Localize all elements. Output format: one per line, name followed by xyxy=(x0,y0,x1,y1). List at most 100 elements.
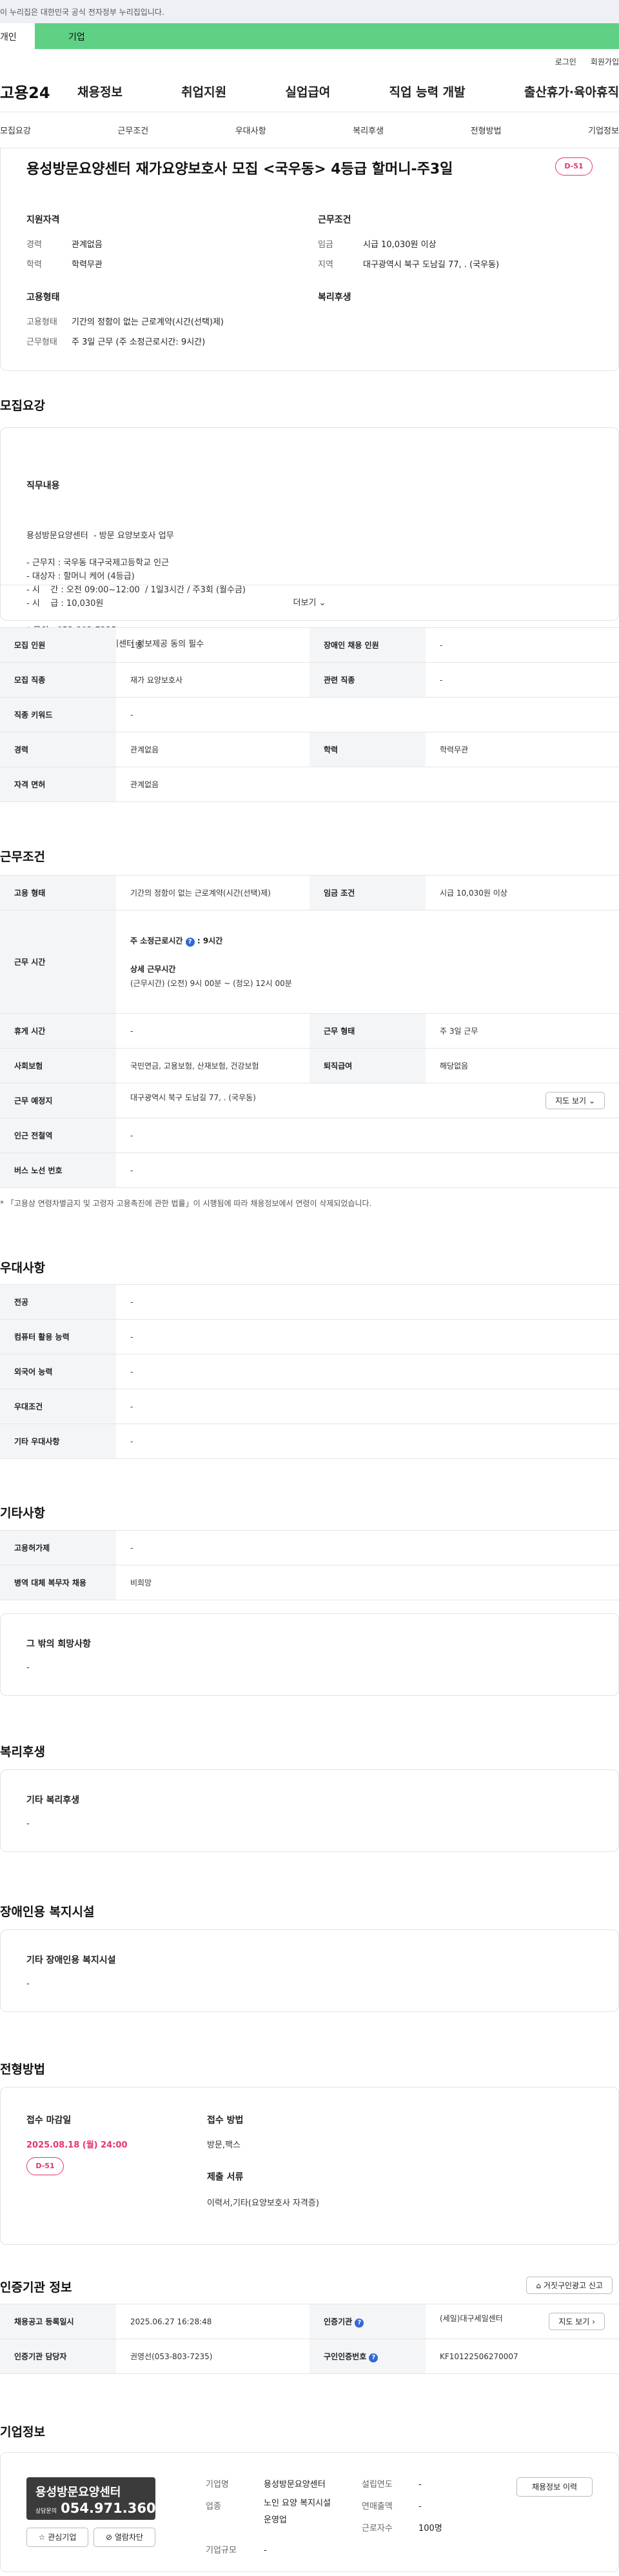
gnb-menu: 채용정보 취업지원 실업급여 직업 능력 개발 출산휴가·육아휴직 xyxy=(77,83,619,100)
agency-label: 인증기관 xyxy=(324,2317,353,2326)
table-row: 병역 대체 복무자 채용 비희망 xyxy=(0,1565,619,1600)
table-cell: 1명 xyxy=(116,627,310,663)
gnb-item-employment-support[interactable]: 취업지원 xyxy=(181,83,226,100)
posting-title: 용성방문요양센터 재가요양보호사 모집 <국우동> 4등급 할머니-주3일 xyxy=(26,161,453,177)
table-cell: - xyxy=(116,1284,619,1320)
value: 노인 요양 복지시설 운영업 xyxy=(264,2499,331,2525)
label: 지역 xyxy=(318,260,333,270)
subnav-welfare[interactable]: 복리후생 xyxy=(353,124,384,136)
table-cell: - xyxy=(426,662,619,698)
value: 용성방문요양센터 xyxy=(264,2480,326,2490)
table-row: 근무 시간 주 소정근로시간 ? : 9시간 상세 근무시간 (근무시간) (오… xyxy=(0,910,619,1014)
gnb-item-parental-leave[interactable]: 출산휴가·육아휴직 xyxy=(524,83,619,100)
more-button[interactable]: 더보기 ⌄ xyxy=(1,585,618,621)
tab-business[interactable]: 기업 xyxy=(35,23,619,49)
agency-map-button[interactable]: 지도 보기 › xyxy=(549,2313,605,2330)
employment-title: 고용형태 xyxy=(26,292,60,303)
table-header: 관련 직종 xyxy=(310,662,426,698)
deadline-label: 접수 마감일 xyxy=(26,2115,72,2126)
block-label: 열람차단 xyxy=(114,2533,144,2542)
table-cell: - xyxy=(116,1013,310,1049)
user-type-tabs: 개인 기업 xyxy=(0,23,619,49)
table-row: 근무 예정지 대구광역시 북구 도남길 77, . (국우동) 지도 보기 ⌄ xyxy=(0,1083,619,1118)
info-icon[interactable]: ? xyxy=(355,2318,364,2328)
table-row: 외국어 능력 - xyxy=(0,1354,619,1389)
company-logo-name: 용성방문요양센터 xyxy=(35,2486,121,2499)
hours-detail: (근무시간) (오전) 9시 00분 ~ (정오) 12시 00분 xyxy=(130,978,292,988)
block-company-button[interactable]: ⊘ 열람차단 xyxy=(93,2528,155,2547)
site-logo[interactable]: 고용24 xyxy=(0,80,77,103)
table-row: 경력 관계없음 학력 학력무관 xyxy=(0,732,619,767)
subnav-company[interactable]: 기업정보 xyxy=(588,124,619,136)
table-header: 인증기관 ? xyxy=(310,2304,426,2339)
welfare-box-value: - xyxy=(26,1819,30,1829)
table-row: 휴게 시간 - 근무 형태 주 3일 근무 xyxy=(0,1013,619,1049)
subnav-recruit[interactable]: 모집요강 xyxy=(0,124,31,136)
company-sales-row: 연매출액 - xyxy=(362,2499,422,2511)
signup-link[interactable]: 회원가입 xyxy=(591,56,619,71)
label: 연매출액 xyxy=(362,2502,393,2511)
value: 100명 xyxy=(418,2524,442,2533)
table-header: 전공 xyxy=(0,1284,116,1320)
table-header: 장애인 채용 인원 xyxy=(310,627,426,663)
table-header: 자격 면허 xyxy=(0,767,116,802)
report-button-label: 거짓구인광고 신고 xyxy=(543,2281,603,2290)
value: 관계없음 xyxy=(72,240,103,250)
gnb-item-training[interactable]: 직업 능력 개발 xyxy=(389,83,466,100)
table-header: 근무 시간 xyxy=(0,910,116,1014)
weekly-hours: 주 소정근로시간 ? : 9시간 xyxy=(130,936,223,947)
pref-table: 전공 - 컴퓨터 활용 능력 - 외국어 능력 - 우대조건 - 기타 우대사항 - xyxy=(0,1284,619,1459)
cert-number-label: 구인인증번호 xyxy=(324,2351,367,2361)
qualification-title: 지원자격 xyxy=(26,215,60,225)
table-header: 근무 형태 xyxy=(310,1013,426,1049)
table-row: 사회보험 국민연금, 고용보험, 산재보험, 건강보험 퇴직급여 해당없음 xyxy=(0,1048,619,1083)
disabled-facility-box: 기타 장애인용 복지시설 - xyxy=(0,1929,619,2012)
hiring-history-button[interactable]: 채용정보 이력 xyxy=(516,2477,593,2497)
value: - xyxy=(418,2502,422,2511)
info-icon[interactable]: ? xyxy=(369,2353,378,2362)
gnb-item-unemployment-benefit[interactable]: 실업급여 xyxy=(285,83,330,100)
star-icon: ☆ xyxy=(38,2533,46,2542)
company-card: 용성방문요양센터 상담문의 054.971.3600 ☆ 관심기업 ⊘ 열람차단 … xyxy=(0,2452,619,2572)
section-title-work: 근무조건 xyxy=(0,850,45,864)
table-cell: 국민연금, 고용보험, 산재보험, 건강보험 xyxy=(116,1048,310,1083)
section-nav: 모집요강 근무조건 우대사항 복리후생 전형방법 기업정보 xyxy=(0,112,619,148)
section-title-recruit: 모집요강 xyxy=(0,399,45,413)
table-cell: - xyxy=(426,627,619,663)
table-header: 퇴직급여 xyxy=(310,1048,426,1083)
block-icon: ⊘ xyxy=(105,2533,113,2542)
company-name-row: 기업명 용성방문요양센터 xyxy=(206,2477,326,2490)
table-row: 우대조건 - xyxy=(0,1389,619,1424)
table-cell: 주 3일 근무 xyxy=(426,1013,619,1049)
table-header: 채용공고 등록일시 xyxy=(0,2304,116,2339)
work-place: 대구광역시 북구 도남길 77, . (국우동) xyxy=(130,1093,256,1102)
table-row: 컴퓨터 활용 능력 - xyxy=(0,1319,619,1354)
recruit-table: 모집 인원 1명 장애인 채용 인원 - 모집 직종 재가 요양보호사 관련 직… xyxy=(0,627,619,802)
report-button[interactable]: ⌂ 거짓구인광고 신고 xyxy=(526,2277,613,2294)
agency-name: (세일)대구세일센터 xyxy=(440,2314,503,2323)
other-wishes-box: 그 밖의 희망사항 - xyxy=(0,1613,619,1696)
welfare-summary-block: 복리후생 xyxy=(318,290,351,315)
gnb-item-jobs[interactable]: 채용정보 xyxy=(77,83,123,100)
company-logo-tel-label: 상담문의 xyxy=(35,2508,57,2515)
tab-personal[interactable]: 개인 xyxy=(0,23,35,49)
subnav-work[interactable]: 근무조건 xyxy=(117,124,148,136)
label: 업종 xyxy=(206,2502,221,2511)
table-cell: - xyxy=(116,1530,619,1565)
map-button[interactable]: 지도 보기 ⌄ xyxy=(545,1092,605,1109)
value: - xyxy=(264,2546,267,2555)
table-cell: 기간의 정함이 없는 근로계약(시간(선택)제) xyxy=(116,875,310,911)
table-header: 근무 예정지 xyxy=(0,1083,116,1118)
table-row: 모집 직종 재가 요양보호사 관련 직종 - xyxy=(0,662,619,698)
subnav-pref[interactable]: 우대사항 xyxy=(235,124,266,136)
chevron-down-icon: ⌄ xyxy=(319,598,326,608)
table-header: 고용허가제 xyxy=(0,1530,116,1565)
info-icon[interactable]: ? xyxy=(185,937,195,947)
favorite-company-button[interactable]: ☆ 관심기업 xyxy=(26,2528,88,2547)
deadline-value: 2025.08.18 (월) 24:00 xyxy=(26,2140,128,2150)
chevron-down-icon: ⌄ xyxy=(588,1096,595,1105)
age-note-text: 「고용상 연령차별금지 및 고령자 고용촉진에 관한 법률」이 시행됨에 따라 … xyxy=(6,1199,372,1208)
table-row: 인근 전철역 - xyxy=(0,1118,619,1153)
subnav-selection[interactable]: 전형방법 xyxy=(471,124,502,136)
login-link[interactable]: 로그인 xyxy=(555,56,576,71)
